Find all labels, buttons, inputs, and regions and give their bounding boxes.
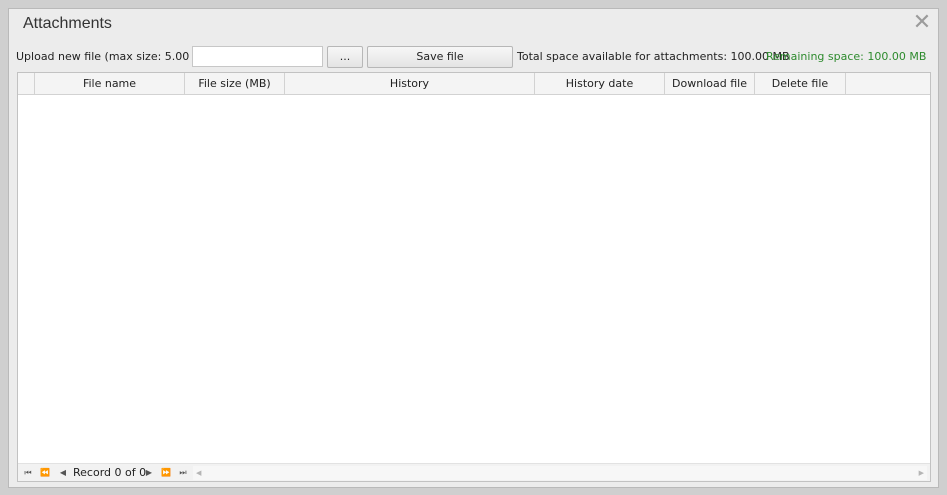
horizontal-scrollbar[interactable]: ◀ ▶: [193, 466, 927, 480]
attachments-dialog: Attachments ✕ Upload new file (max size:…: [8, 8, 939, 488]
column-header-delete-file[interactable]: Delete file: [755, 73, 846, 95]
remaining-space-text: Remaining space: 100.00 MB: [766, 50, 927, 63]
record-counter: Record 0 of 0: [73, 466, 147, 479]
browse-button[interactable]: ...: [327, 46, 363, 68]
next-record-icon[interactable]: ▶: [142, 466, 156, 480]
next-page-icon[interactable]: ⏩: [159, 466, 173, 480]
total-space-text: Total space available for attachments: 1…: [517, 50, 790, 63]
column-header-history-date[interactable]: History date: [535, 73, 665, 95]
dialog-title: Attachments: [23, 15, 112, 32]
upload-toolbar: Upload new file (max size: 5.00 MB) ... …: [9, 45, 938, 69]
data-navigator: ⏮ ⏪ ◀ Record 0 of 0 ▶ ⏩ ⏭ ◀ ▶: [18, 463, 930, 481]
column-header-file-size[interactable]: File size (MB): [185, 73, 285, 95]
row-indicator-header: [18, 73, 35, 95]
last-record-icon[interactable]: ⏭: [176, 466, 190, 480]
attachments-grid: File name File size (MB) History History…: [17, 72, 931, 482]
save-file-button[interactable]: Save file: [367, 46, 513, 68]
previous-page-icon[interactable]: ⏪: [38, 466, 52, 480]
upload-label: Upload new file (max size: 5.00 MB): [16, 50, 215, 63]
first-record-icon[interactable]: ⏮: [21, 466, 35, 480]
previous-record-icon[interactable]: ◀: [56, 466, 70, 480]
file-path-input[interactable]: [192, 46, 323, 67]
grid-header: File name File size (MB) History History…: [18, 73, 930, 95]
column-header-file-name[interactable]: File name: [35, 73, 185, 95]
column-header-history[interactable]: History: [285, 73, 535, 95]
scroll-left-icon[interactable]: ◀: [196, 466, 201, 480]
column-header-download-file[interactable]: Download file: [665, 73, 755, 95]
close-icon[interactable]: ✕: [912, 12, 932, 34]
scroll-right-icon[interactable]: ▶: [919, 466, 924, 480]
